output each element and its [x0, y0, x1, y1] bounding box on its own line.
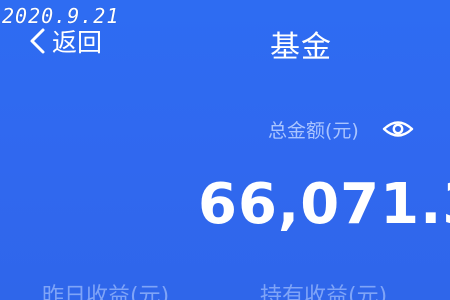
yesterday-earnings-label: 昨日收益(元) — [42, 284, 170, 300]
back-button[interactable]: 返回 — [26, 24, 102, 58]
page-title: 基金 — [270, 30, 332, 65]
total-amount-label: 总金额(元) — [268, 119, 359, 142]
total-amount-value: 66,071.36 — [198, 172, 450, 237]
holding-earnings-label: 持有收益(元) — [260, 284, 388, 300]
chevron-left-icon — [26, 26, 50, 56]
eye-icon[interactable] — [381, 116, 415, 142]
back-label: 返回 — [52, 28, 103, 57]
fund-screen: 2020.9.21 返回 基金 总金额(元) 66,071.36 昨日收益(元)… — [0, 0, 450, 300]
total-amount-header: 总金额(元) — [268, 116, 415, 142]
